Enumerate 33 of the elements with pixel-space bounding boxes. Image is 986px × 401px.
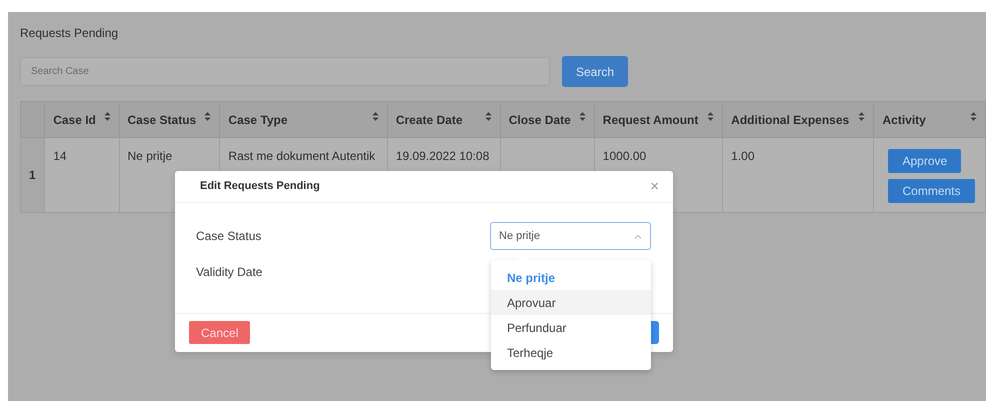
header-label: Close Date [508, 112, 571, 128]
caret-icon [634, 234, 642, 238]
column-header[interactable]: Create Date [387, 102, 500, 138]
dropdown-option[interactable]: Aprovuar [491, 290, 651, 315]
column-header[interactable]: Close Date [500, 102, 594, 138]
column-header[interactable]: Case Status [119, 102, 220, 138]
comments-button[interactable]: Comments [888, 179, 974, 203]
row-number: 1 [20, 138, 45, 212]
column-header[interactable]: Activity [874, 102, 986, 138]
close-button[interactable]: × [650, 179, 659, 194]
header-label: Activity [882, 112, 926, 128]
header-label: Case Id [53, 112, 96, 128]
column-header[interactable]: Case Id [44, 102, 120, 138]
column-header[interactable]: Request Amount [594, 102, 723, 138]
search-field[interactable]: Search Case [20, 57, 550, 86]
header-label: Case Status [128, 112, 196, 128]
table-cell: 1.00 [722, 138, 874, 212]
dropdown-option[interactable]: Perfunduar [491, 315, 651, 340]
field-label: Validity Date [196, 264, 262, 281]
table-cell: 14 [44, 138, 120, 212]
header-label: Additional Expenses [731, 112, 850, 128]
field-label: Case Status [196, 228, 262, 245]
column-header[interactable]: Additional Expenses [722, 102, 874, 138]
header-label: Create Date [396, 112, 463, 128]
case-status-select[interactable]: Ne pritje [490, 222, 651, 250]
search-button[interactable]: Search [562, 56, 628, 87]
header-label: Case Type [228, 112, 288, 128]
dropdown-option[interactable]: Terheqje [491, 340, 651, 365]
page-title: Requests Pending [20, 25, 118, 42]
column-header[interactable]: Case Type [220, 102, 388, 138]
approve-button[interactable]: Approve [888, 149, 962, 173]
header-label: Request Amount [602, 112, 698, 128]
dropdown-option[interactable]: Ne pritje [491, 265, 651, 290]
